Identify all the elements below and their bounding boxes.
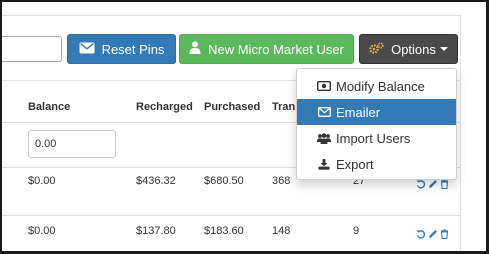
trash-icon[interactable] — [440, 226, 449, 244]
balance-filter-input[interactable]: 0.00 — [28, 130, 116, 158]
column-header-balance[interactable]: Balance — [28, 101, 70, 113]
cogs-icon — [369, 41, 384, 57]
row2-actions — [416, 226, 449, 244]
panel-right-border — [460, 15, 461, 251]
row1-balance: $0.00 — [28, 175, 56, 187]
new-user-label: New Micro Market User — [208, 41, 344, 57]
download-icon — [317, 158, 331, 170]
menu-item-emailer[interactable]: Emailer — [297, 99, 456, 125]
reset-pins-label: Reset Pins — [101, 41, 165, 57]
row2-extra: 9 — [353, 225, 360, 237]
undo-icon[interactable] — [416, 226, 426, 244]
menu-item-label: Import Users — [336, 130, 411, 146]
row1-recharged: $436.32 — [136, 175, 176, 187]
options-label: Options — [391, 41, 436, 57]
row2-transactions: 148 — [272, 225, 291, 237]
caret-down-icon — [439, 47, 448, 51]
menu-item-import-users[interactable]: Import Users — [297, 125, 456, 151]
column-header-recharged[interactable]: Recharged — [136, 101, 193, 113]
search-input[interactable] — [2, 36, 62, 62]
window-frame: Reset Pins New Micro Market User Options… — [0, 0, 489, 254]
row2-purchased: $183.60 — [204, 225, 244, 237]
money-icon — [317, 81, 331, 91]
row2-recharged: $137.80 — [136, 225, 176, 237]
menu-item-label: Emailer — [336, 104, 381, 120]
menu-item-export[interactable]: Export — [297, 151, 456, 177]
user-icon — [189, 41, 201, 57]
users-icon — [317, 132, 331, 144]
row2-balance: $0.00 — [28, 225, 56, 237]
panel-top-border — [2, 15, 460, 16]
new-micro-market-user-button[interactable]: New Micro Market User — [179, 34, 354, 64]
envelope-icon — [79, 42, 95, 57]
row-divider — [2, 215, 460, 216]
column-header-transactions[interactable]: Tran — [272, 101, 295, 113]
row1-purchased: $680.50 — [204, 175, 244, 187]
options-dropdown-button[interactable]: Options — [359, 34, 458, 64]
menu-item-label: Modify Balance — [336, 78, 425, 94]
menu-item-label: Export — [336, 156, 374, 172]
menu-item-modify-balance[interactable]: Modify Balance — [297, 73, 456, 99]
column-header-purchased[interactable]: Purchased — [204, 101, 260, 113]
row1-transactions: 368 — [272, 175, 291, 187]
envelope-icon — [317, 107, 331, 117]
reset-pins-button[interactable]: Reset Pins — [67, 34, 176, 64]
options-dropdown-menu: Modify Balance Emailer Import Users Expo… — [296, 68, 457, 180]
pencil-icon[interactable] — [428, 226, 438, 244]
